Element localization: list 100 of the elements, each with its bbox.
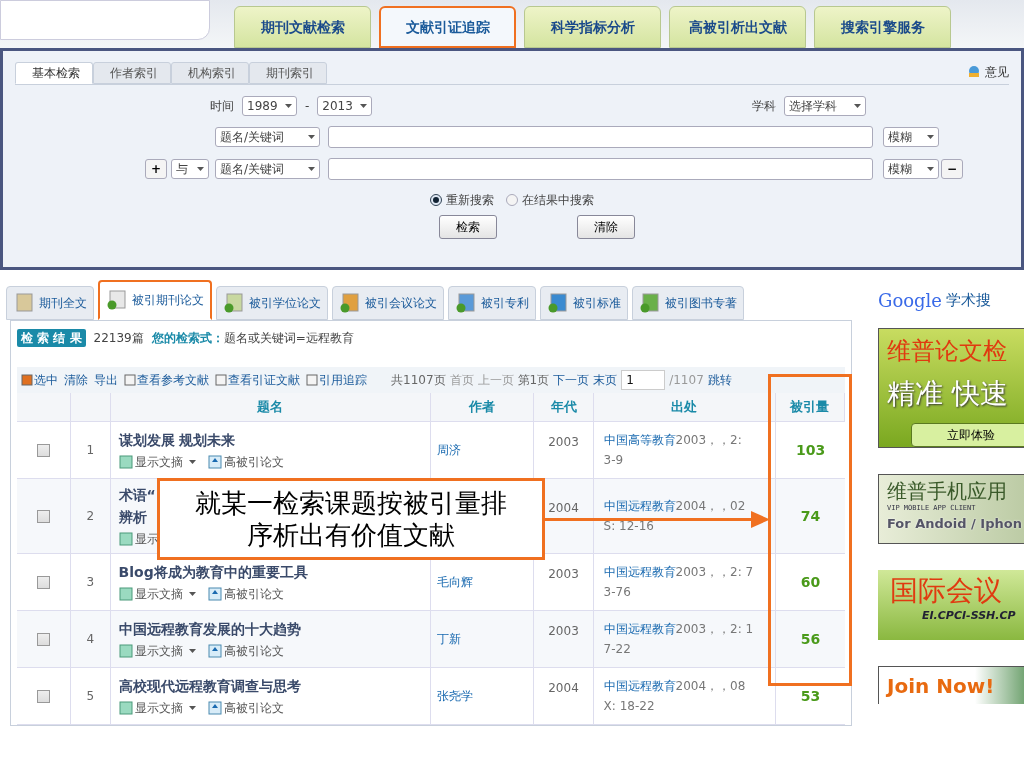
field-select[interactable]: 题名/关键词 <box>215 159 320 179</box>
row-checkbox[interactable] <box>37 689 51 703</box>
match-select[interactable]: 模糊 <box>883 159 939 179</box>
caret-icon <box>188 460 196 464</box>
journal-link[interactable]: 中国远程教育 <box>603 499 676 513</box>
row-checkbox[interactable] <box>37 575 51 589</box>
search-tab[interactable]: 基本检索 <box>15 62 93 84</box>
caret-icon <box>285 104 292 108</box>
toolbar-link[interactable]: 引用追踪 <box>306 371 367 389</box>
article-title[interactable]: 辨析 <box>118 506 147 528</box>
abstract-toggle[interactable]: 显示文摘 <box>118 453 196 471</box>
clear-button[interactable]: 清除 <box>577 215 635 239</box>
author-link[interactable]: 毛向辉 <box>436 573 473 591</box>
document-icon <box>306 374 318 386</box>
feedback-link[interactable]: 意见 <box>967 63 1009 81</box>
journal-link[interactable]: 中国远程教育 <box>603 565 676 579</box>
year-text: 2003 <box>548 623 579 640</box>
keyword-field[interactable] <box>328 158 873 180</box>
last-page-link[interactable]: 末页 <box>593 371 618 389</box>
logic-select[interactable]: 与 <box>171 159 209 179</box>
author-link[interactable]: 张尧学 <box>436 687 473 705</box>
keyword-field[interactable] <box>328 126 873 148</box>
abstract-toggle[interactable]: 显示文摘 <box>118 585 196 603</box>
journal-link[interactable]: 中国远程教育 <box>603 622 676 636</box>
field-select[interactable]: 题名/关键词 <box>215 127 320 147</box>
document-icon <box>13 293 35 313</box>
article-title[interactable]: Blog将成为教育中的重要工具 <box>118 561 308 583</box>
article-title[interactable]: 高校现代远程教育调查与思考 <box>118 675 301 697</box>
toolbar-link[interactable]: 查看引证文献 <box>215 371 300 389</box>
abstract-toggle[interactable]: 显示文摘 <box>118 699 196 717</box>
result-tab[interactable]: 被引期刊论文 <box>98 280 212 320</box>
author-link[interactable]: 丁新 <box>436 630 461 648</box>
go-link[interactable]: 跳转 <box>707 371 732 389</box>
year-select[interactable]: 2013 <box>317 96 373 116</box>
upload-icon <box>207 644 222 658</box>
toolbar-link[interactable]: 选中 <box>21 371 58 389</box>
search-tab[interactable]: 作者索引 <box>93 62 171 84</box>
year-text: 2004 <box>548 500 579 517</box>
result-tab[interactable]: 被引会议论文 <box>332 286 444 320</box>
nav-tab[interactable]: 搜索引擎服务 <box>814 6 951 48</box>
document-icon <box>223 293 245 313</box>
person-icon <box>967 66 981 78</box>
add-row-button[interactable]: + <box>145 159 167 179</box>
page-count: 共1107页 <box>391 372 446 389</box>
caret-icon <box>188 649 196 653</box>
article-title[interactable]: 中国远程教育发展的十大趋势 <box>118 618 301 640</box>
caret-icon <box>927 167 934 171</box>
result-tab[interactable]: 被引专利 <box>448 286 536 320</box>
match-select[interactable]: 模糊 <box>883 127 939 147</box>
abstract-toggle[interactable]: 显示文摘 <box>118 642 196 660</box>
document-icon <box>455 293 477 313</box>
result-tab[interactable]: 被引学位论文 <box>216 286 328 320</box>
ad-banner[interactable]: 维普论文检 精准 快速 立即体验 <box>878 328 1024 448</box>
radio-button[interactable] <box>506 194 518 206</box>
row-checkbox[interactable] <box>37 443 51 457</box>
article-title[interactable]: 谋划发展 规划未来 <box>118 429 236 451</box>
ad-title: 维普手机应用 <box>887 479 1008 503</box>
ad-subtitle: EI.CPCI-SSH.CP <box>922 608 1017 624</box>
document-icon <box>339 293 361 313</box>
highly-cited-link[interactable]: 高被引论文 <box>207 585 284 603</box>
scholar-search-link[interactable]: 学术搜 <box>946 288 991 312</box>
article-title[interactable]: 术语“ <box>118 484 156 506</box>
toolbar-link[interactable]: 清除 <box>64 371 88 389</box>
nav-tab[interactable]: 高被引析出文献 <box>669 6 806 48</box>
highly-cited-link[interactable]: 高被引论文 <box>207 699 284 717</box>
dash-text: - <box>305 98 310 115</box>
result-tab[interactable]: 被引标准 <box>540 286 628 320</box>
try-button[interactable]: 立即体验 <box>911 423 1024 447</box>
remove-row-button[interactable]: − <box>941 159 963 179</box>
author-link[interactable]: 周济 <box>436 441 461 459</box>
page-total: /1107 <box>669 372 704 389</box>
page-range: 3-76 <box>603 584 631 601</box>
page-field[interactable]: 1 <box>621 370 666 390</box>
search-tab[interactable]: 期刊索引 <box>249 62 327 84</box>
citation-count: 74 <box>799 506 822 526</box>
ad-slogan: 精准 快速 <box>887 376 1009 412</box>
radio-button[interactable] <box>430 194 442 206</box>
result-tab[interactable]: 期刊全文 <box>6 286 94 320</box>
journal-link[interactable]: 中国高等教育 <box>603 433 676 447</box>
result-tab[interactable]: 被引图书专著 <box>632 286 744 320</box>
nav-tab[interactable]: 科学指标分析 <box>524 6 661 48</box>
year-select[interactable]: 1989 <box>242 96 297 116</box>
document-icon <box>118 701 133 715</box>
nav-tab[interactable]: 期刊文献检索 <box>234 6 371 48</box>
subject-select[interactable]: 选择学科 <box>784 96 867 116</box>
journal-link[interactable]: 中国远程教育 <box>603 679 676 693</box>
row-checkbox[interactable] <box>37 632 51 646</box>
toolbar-link[interactable]: 查看参考文献 <box>124 371 209 389</box>
row-checkbox[interactable] <box>37 509 51 523</box>
google-logo[interactable]: Google <box>878 286 942 314</box>
nav-tab[interactable]: 文献引证追踪 <box>379 6 516 48</box>
radio-label: 在结果中搜索 <box>522 192 594 209</box>
search-tab[interactable]: 机构索引 <box>171 62 249 84</box>
ad-banner[interactable]: 国际会议 EI.CPCI-SSH.CP <box>878 570 1024 640</box>
ad-title: Join Now! <box>887 674 995 698</box>
highly-cited-link[interactable]: 高被引论文 <box>207 642 284 660</box>
next-page-link[interactable]: 下一页 <box>553 371 590 389</box>
search-button[interactable]: 检索 <box>439 215 497 239</box>
toolbar-link[interactable]: 导出 <box>94 371 118 389</box>
highly-cited-link[interactable]: 高被引论文 <box>207 453 284 471</box>
